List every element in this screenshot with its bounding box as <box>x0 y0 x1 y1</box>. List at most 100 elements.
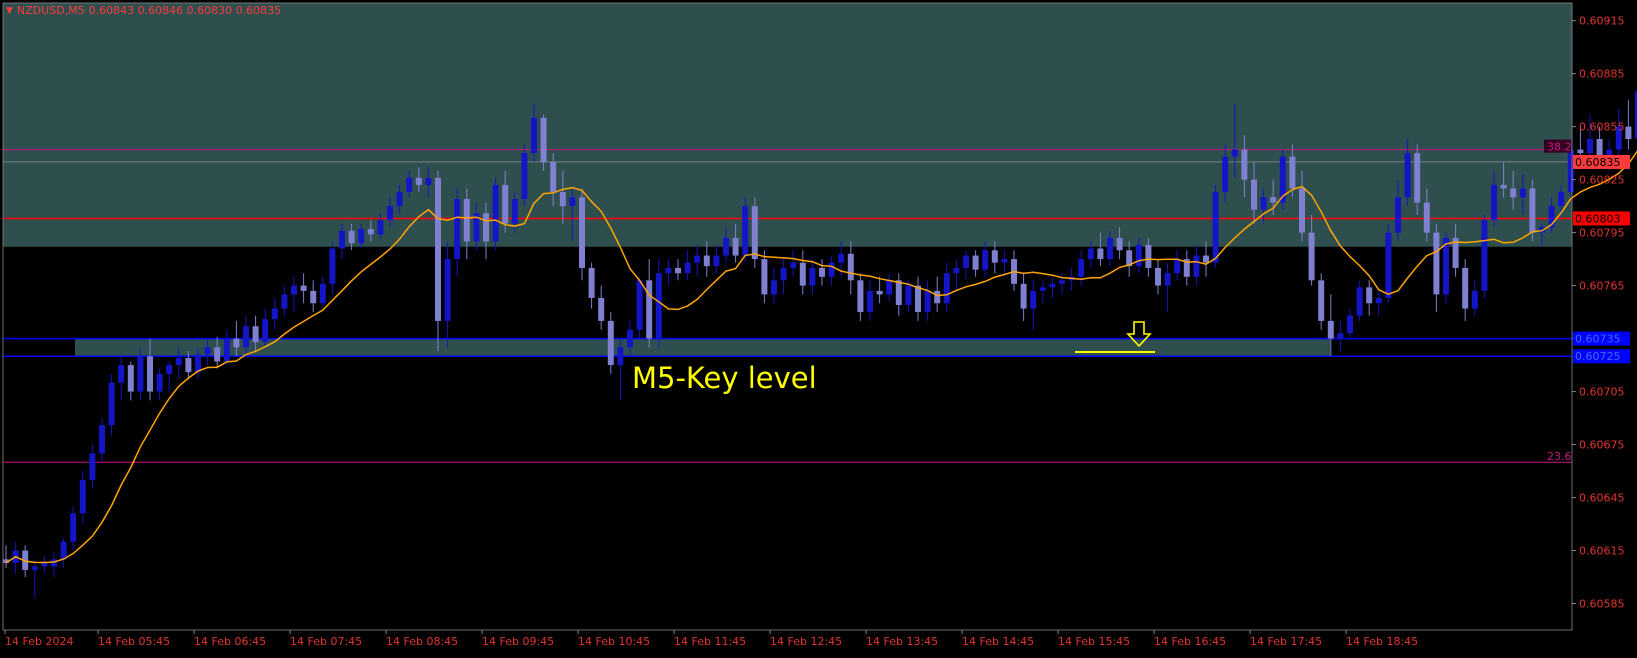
candle-body <box>1481 220 1488 291</box>
x-tick-label: 14 Feb 07:45 <box>290 635 362 648</box>
candle-body <box>646 280 653 339</box>
candle-body <box>1587 138 1593 154</box>
candle-body <box>1308 232 1315 281</box>
candle-body <box>31 566 38 570</box>
candle-body <box>559 191 566 207</box>
candle-body <box>790 262 797 268</box>
candle-body <box>1270 197 1277 203</box>
candle-body <box>511 199 518 224</box>
x-tick-label: 14 Feb 10:45 <box>578 635 650 648</box>
candle-body <box>607 320 614 366</box>
candle-body <box>953 267 960 274</box>
candle-body <box>1491 184 1497 221</box>
candle-body <box>1414 153 1421 203</box>
triangle-down-icon[interactable]: ▼ <box>6 6 13 16</box>
candle-body <box>1366 287 1373 304</box>
candle-body <box>569 197 576 207</box>
candle-body <box>703 255 710 267</box>
candle-body <box>1577 149 1584 154</box>
candle-body <box>1059 280 1065 284</box>
zone-bottom-price-tag: 0.60725 <box>1575 350 1621 363</box>
x-tick-label: 14 Feb 17:45 <box>1250 635 1322 648</box>
x-tick-label: 14 Feb 05:45 <box>98 635 170 648</box>
candle-body <box>819 267 825 277</box>
candle-body <box>1299 188 1305 233</box>
y-tick-label: 0.60585 <box>1579 598 1625 611</box>
candle-body <box>185 358 192 373</box>
candle-body <box>579 197 585 268</box>
candle-body <box>70 513 77 542</box>
candle-body <box>540 117 547 162</box>
key-level-label: M5-Key level <box>632 361 817 395</box>
candle-body <box>1519 188 1526 198</box>
symbol-timeframe: NZDUSD,M5 <box>16 4 85 17</box>
candle-body <box>1049 283 1056 288</box>
candle-body <box>1107 237 1113 260</box>
candle-body <box>367 229 374 235</box>
candle-body <box>684 262 691 274</box>
candle-body <box>1116 237 1123 251</box>
y-tick-label: 0.60915 <box>1579 15 1625 28</box>
candle-body <box>156 373 163 392</box>
candle-body <box>723 237 729 256</box>
candle-body <box>387 206 393 221</box>
candle-body <box>166 365 173 374</box>
candle-body <box>1510 188 1517 198</box>
y-tick-label: 0.60765 <box>1579 280 1625 293</box>
candle-body <box>127 365 134 392</box>
x-tick-label: 14 Feb 12:45 <box>770 635 842 648</box>
candle-body <box>358 229 365 244</box>
x-tick-label: 14 Feb 13:45 <box>866 635 938 648</box>
candle-body <box>857 280 864 313</box>
candle-body <box>1529 188 1536 233</box>
candle-body <box>1395 197 1401 233</box>
candle-body <box>665 267 672 274</box>
red-line-price-tag: 0.60803 <box>1575 212 1621 225</box>
candle-body <box>550 161 557 192</box>
candle-body <box>1087 248 1094 260</box>
candle-body <box>732 237 739 256</box>
candle-body <box>60 541 67 560</box>
candle-body <box>780 267 787 281</box>
candle-body <box>521 153 528 200</box>
candle-body <box>1231 149 1238 157</box>
candle-body <box>483 213 489 242</box>
candle-body <box>1174 259 1181 274</box>
y-tick-label: 0.60705 <box>1579 386 1625 399</box>
y-tick-label: 0.60795 <box>1579 227 1625 240</box>
fib-23-6-label: 23.6 <box>1547 450 1572 463</box>
candle-body <box>963 255 969 268</box>
candle-body <box>444 259 451 321</box>
candle-body <box>694 255 701 263</box>
candle-body <box>1337 333 1344 339</box>
candle-body <box>300 285 307 291</box>
candle-body <box>1596 138 1603 157</box>
x-tick-label: 14 Feb 09:45 <box>482 635 554 648</box>
candle-body <box>1203 255 1209 263</box>
candle-body <box>425 177 432 185</box>
candle-body <box>329 248 336 284</box>
candle-body <box>348 230 355 244</box>
chart-svg[interactable]: 0.60915 0.60885 0.60855 0.60825 0.60795 0.607… <box>0 0 1637 654</box>
zones-layer <box>3 3 1572 357</box>
chart-title-bar: ▼ NZDUSD,M5 0.60843 0.60846 0.60830 0.60… <box>6 4 281 17</box>
annotations-layer: M5-Key level <box>632 321 1155 395</box>
candle-body <box>1222 156 1229 192</box>
fib-38-2-label: 38.2 <box>1547 141 1572 154</box>
candle-body <box>271 308 278 320</box>
price-chart[interactable]: 0.60915 0.60885 0.60855 0.60825 0.60795 0.607… <box>0 0 1637 654</box>
candle-body <box>41 562 48 567</box>
candle-body <box>415 177 422 185</box>
candle-body <box>281 294 288 309</box>
x-tick-label: 14 Feb 18:45 <box>1346 635 1418 648</box>
candle-body <box>886 280 893 295</box>
candle-body <box>771 280 777 295</box>
candle-body <box>627 329 633 348</box>
candle-body <box>137 356 144 392</box>
candle-body <box>905 285 912 306</box>
candle-body <box>1030 290 1037 309</box>
candle-body <box>339 230 345 249</box>
candle-body <box>195 354 201 373</box>
candle-body <box>1404 153 1411 198</box>
candle-body <box>895 280 902 306</box>
